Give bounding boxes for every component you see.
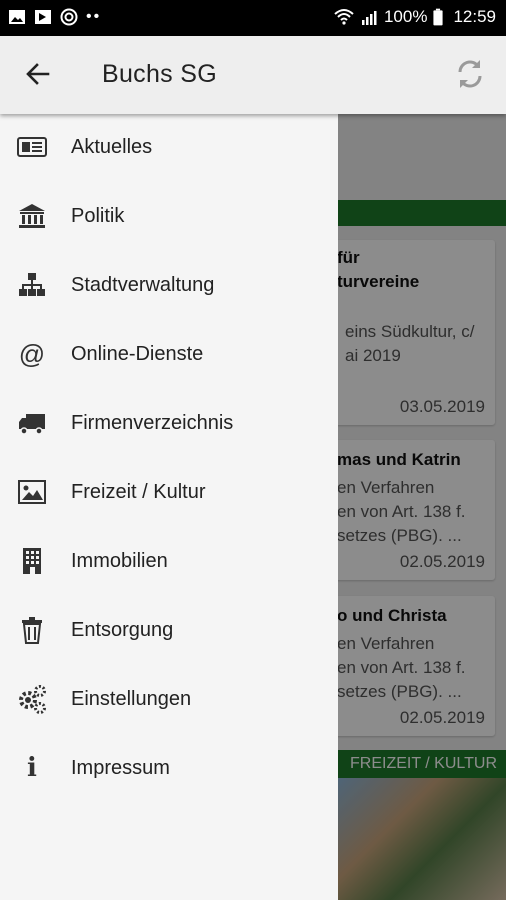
wifi-icon <box>334 9 354 25</box>
drawer-item-label: Online-Dienste <box>71 343 204 365</box>
signal-icon <box>361 11 377 25</box>
drawer-item-label: Aktuelles <box>71 136 153 158</box>
app-title: Buchs SG <box>102 60 217 88</box>
trash-icon <box>22 617 42 644</box>
battery-icon <box>433 8 444 26</box>
drawer-item-label: Firmenverzeichnis <box>71 412 234 434</box>
app-bar: Buchs SG <box>0 36 506 114</box>
drawer-item-label: Politik <box>71 205 125 227</box>
bank-icon <box>19 204 45 228</box>
drawer-item-freizeit-kultur[interactable]: Freizeit / Kultur <box>0 462 338 522</box>
battery-percent: 100% <box>383 7 428 26</box>
drawer-item-impressum[interactable]: i Impressum <box>0 738 338 798</box>
drawer-item-label: Stadtverwaltung <box>71 274 215 296</box>
at-icon: @ <box>18 339 46 369</box>
truck-icon <box>19 414 45 435</box>
drawer-item-aktuelles[interactable]: Aktuelles <box>0 117 338 177</box>
drawer-item-label: Immobilien <box>71 550 168 572</box>
refresh-icon[interactable] <box>452 56 488 92</box>
newspaper-icon <box>17 137 47 157</box>
building-icon <box>23 548 41 574</box>
target-notification-icon <box>60 8 78 26</box>
back-arrow-icon[interactable] <box>24 60 52 88</box>
image-icon <box>18 480 46 504</box>
navigation-drawer: Aktuelles Politik Stadtverwaltung @ Onli… <box>0 114 338 900</box>
drawer-item-label: Impressum <box>71 757 170 779</box>
drawer-item-firmenverzeichnis[interactable]: Firmenverzeichnis <box>0 393 338 453</box>
flag-notification-icon <box>35 10 51 24</box>
info-icon: i <box>27 753 37 783</box>
cogs-icon <box>19 685 46 714</box>
drawer-item-online-dienste[interactable]: @ Online-Dienste <box>0 324 338 384</box>
drawer-item-einstellungen[interactable]: Einstellungen <box>0 669 338 729</box>
image-notification-icon <box>9 10 25 24</box>
drawer-item-immobilien[interactable]: Immobilien <box>0 531 338 591</box>
sitemap-icon <box>19 273 45 296</box>
status-bar: •• 100% 12:59 <box>0 0 506 36</box>
drawer-item-entsorgung[interactable]: Entsorgung <box>0 600 338 660</box>
clock: 12:59 <box>453 7 496 26</box>
drawer-item-politik[interactable]: Politik <box>0 186 338 246</box>
drawer-item-label: Entsorgung <box>71 619 174 641</box>
drawer-item-stadtverwaltung[interactable]: Stadtverwaltung <box>0 255 338 315</box>
drawer-item-label: Freizeit / Kultur <box>71 481 206 503</box>
more-notifications-icon: •• <box>86 8 102 25</box>
drawer-item-label: Einstellungen <box>71 688 192 710</box>
